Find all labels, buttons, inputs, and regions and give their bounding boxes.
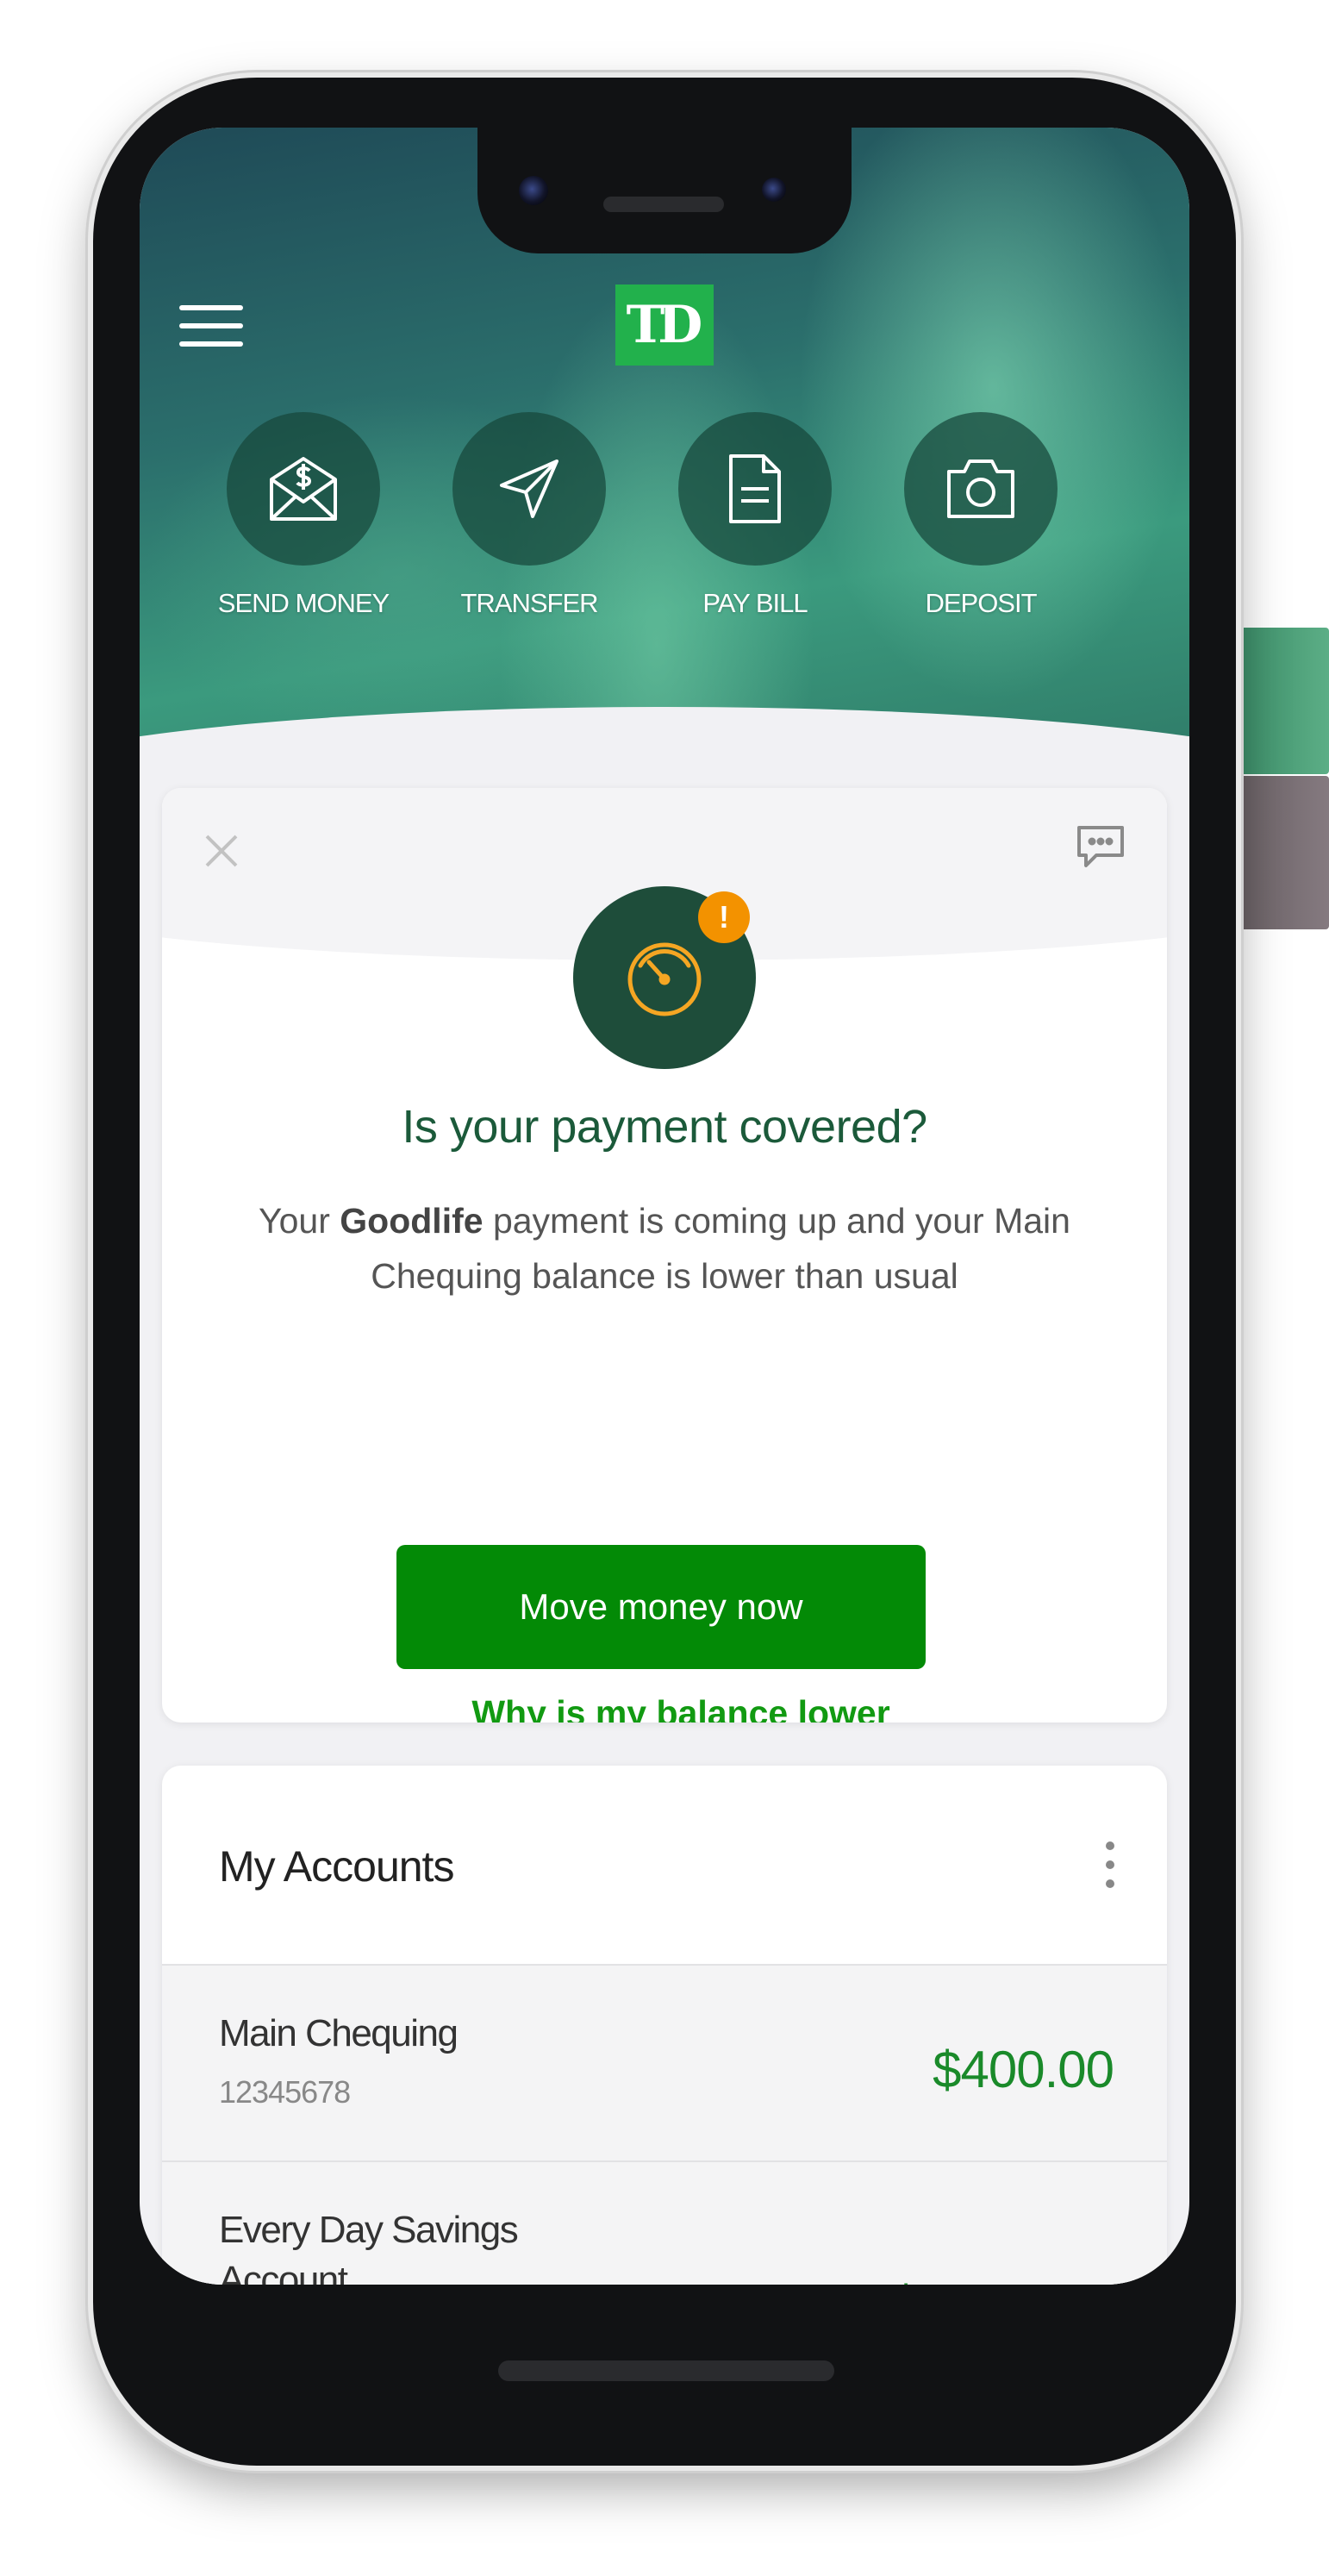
quick-action-label: SEND MONEY xyxy=(217,588,390,618)
earpiece-speaker xyxy=(603,197,724,212)
volume-button xyxy=(1241,776,1329,929)
quick-action-label: PAY BILL xyxy=(702,588,808,618)
deposit-button[interactable]: DEPOSIT xyxy=(877,412,1084,619)
chat-bubble-icon[interactable] xyxy=(1076,824,1126,871)
account-balance: $5,000.00 xyxy=(891,2274,1114,2285)
alert-illustration: ! xyxy=(573,886,756,1069)
front-camera-icon xyxy=(519,176,548,205)
power-button xyxy=(1241,628,1329,774)
transfer-button[interactable]: TRANSFER xyxy=(426,412,633,619)
why-balance-lower-link[interactable]: Why is my balance lower xyxy=(162,1693,1167,1723)
bill-document-icon xyxy=(729,454,781,523)
quick-actions: SEND MONEY TRANSFER PAY BILL DEPOSIT xyxy=(200,412,1129,636)
alert-message: Your Goodlife payment is coming up and y… xyxy=(240,1193,1089,1304)
move-money-button[interactable]: Move money now xyxy=(396,1545,926,1669)
send-money-button[interactable]: SEND MONEY xyxy=(200,412,407,619)
merchant-name: Goodlife xyxy=(340,1201,484,1241)
account-row[interactable]: Every Day Savings Account $5,000.00 xyxy=(162,2160,1167,2285)
alert-message-prefix: Your xyxy=(259,1201,340,1241)
home-indicator xyxy=(498,2360,834,2381)
account-name: Every Day Savings Account xyxy=(219,2209,519,2285)
quick-action-label: DEPOSIT xyxy=(925,588,1037,618)
hamburger-menu-icon[interactable] xyxy=(179,305,243,352)
pay-bill-button[interactable]: PAY BILL xyxy=(652,412,858,619)
account-balance: $400.00 xyxy=(933,2041,1114,2098)
app-screen: TD SEND MONEY TRANSFER PAY BILL DEPOSIT … xyxy=(140,128,1189,2285)
account-number: 12345678 xyxy=(219,2074,351,2110)
account-row[interactable]: Main Chequing 12345678 $400.00 xyxy=(162,1964,1167,2160)
sensor-icon xyxy=(762,178,786,202)
accounts-title: My Accounts xyxy=(219,1842,454,1891)
speedometer-icon xyxy=(627,942,702,1016)
camera-icon xyxy=(947,460,1014,518)
camera-notch xyxy=(477,128,852,253)
more-options-icon[interactable] xyxy=(1101,1841,1119,1895)
paper-plane-icon xyxy=(500,460,558,518)
my-accounts-card: My Accounts Main Chequing 12345678 $400.… xyxy=(162,1766,1167,2285)
warning-badge: ! xyxy=(698,891,750,943)
logo-text: TD xyxy=(626,295,703,355)
account-name: Main Chequing xyxy=(219,2012,459,2054)
money-envelope-icon xyxy=(270,457,337,521)
quick-action-label: TRANSFER xyxy=(460,588,598,618)
alert-title: Is your payment covered? xyxy=(402,1101,927,1153)
payment-alert-card: ! Is your payment covered? Your Goodlife… xyxy=(162,788,1167,1723)
close-icon[interactable] xyxy=(200,829,243,872)
td-logo: TD xyxy=(615,284,714,366)
